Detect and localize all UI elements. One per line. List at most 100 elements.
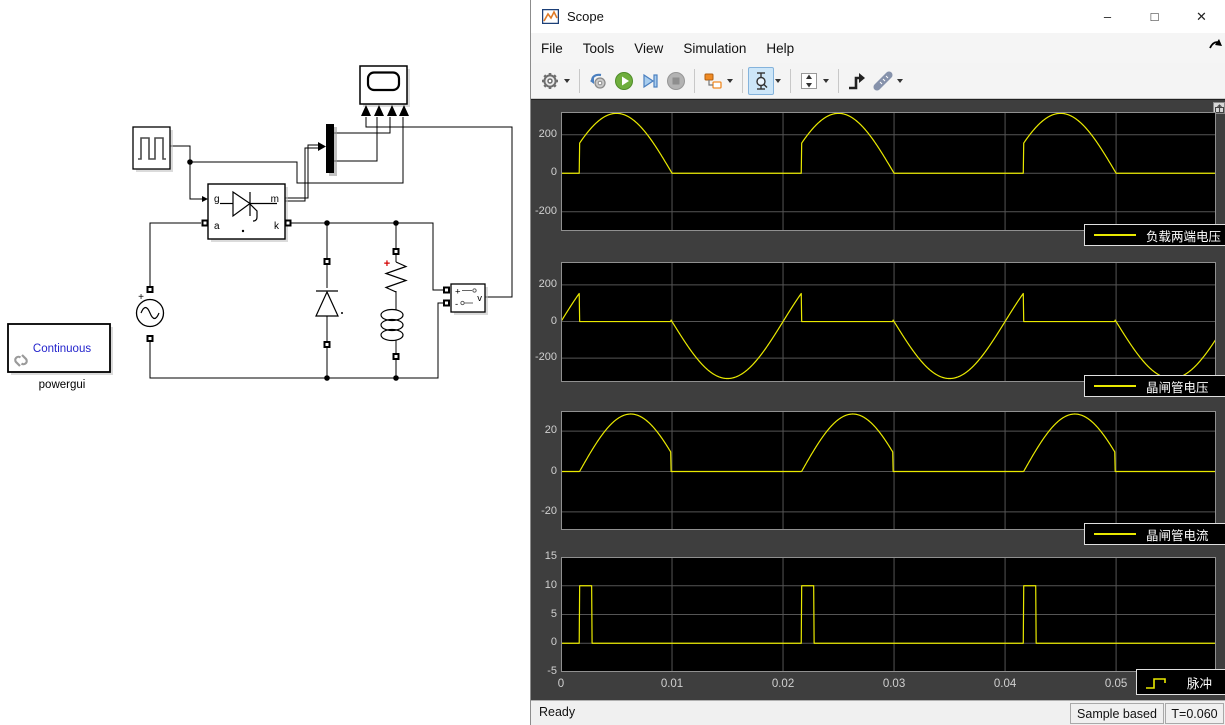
thyristor-dot [241, 229, 245, 233]
legend-line-sample [1094, 533, 1136, 535]
x-tick-label: 0.03 [882, 678, 906, 690]
window-title: Scope [567, 9, 604, 24]
close-button[interactable]: ✕ [1178, 0, 1225, 33]
legend-label: 晶闸管电压 [1146, 380, 1209, 395]
status-text: Ready [539, 705, 576, 719]
toolbar-separator [742, 68, 743, 93]
scope-plot-3 [561, 411, 1216, 530]
y-tick-label: 10 [544, 578, 557, 591]
legend-label: 脉冲 [1187, 676, 1213, 691]
settings-dropdown[interactable] [564, 78, 570, 83]
thyristor-block[interactable]: g m a k [207, 183, 288, 242]
powergui-mode-text: Continuous [33, 343, 91, 355]
diode-block[interactable] [315, 290, 343, 317]
scope-app-icon [542, 9, 559, 24]
voltage-measurement-block[interactable]: + - v [450, 283, 488, 315]
rl-plus-label: + [384, 258, 390, 270]
settings-button[interactable] [537, 67, 563, 95]
gate-arrowhead [202, 196, 208, 202]
menu-simulation[interactable]: Simulation [673, 33, 756, 63]
vm-plus-label: + [455, 287, 461, 298]
y-tick-label: 0 [550, 464, 557, 477]
y-tick-label: -20 [541, 504, 557, 517]
x-tick-label: 0.01 [660, 678, 684, 690]
y-tick-label: -200 [534, 204, 557, 217]
powergui-label: powergui [39, 379, 86, 391]
span-button[interactable] [796, 67, 822, 95]
port-label-g: g [214, 194, 220, 205]
scope-plot-2 [561, 262, 1216, 382]
x-tick-label: 0.04 [993, 678, 1017, 690]
y-tick-label: 15 [544, 550, 557, 562]
menu-file[interactable]: File [531, 33, 573, 63]
source-plus-label: + [138, 292, 144, 303]
scope-block[interactable] [359, 65, 410, 116]
menu-help[interactable]: Help [756, 33, 804, 63]
demux-input-arrowhead [318, 142, 326, 151]
signal-selector-dropdown[interactable] [727, 78, 733, 83]
measurements-ruler-button[interactable] [870, 67, 896, 95]
run-button[interactable] [611, 67, 637, 95]
cursor-measurements-dropdown[interactable] [775, 78, 781, 83]
stop-button[interactable] [663, 67, 689, 95]
legend-4: 脉冲 [1136, 669, 1225, 695]
x-tick-label: 0 [557, 678, 565, 690]
vm-output-label: v [477, 293, 482, 304]
menu-tools[interactable]: Tools [573, 33, 625, 63]
span-dropdown[interactable] [823, 78, 829, 83]
y-tick-label: 200 [538, 277, 557, 290]
y-tick-label: 0 [550, 314, 557, 327]
powergui-block[interactable]: Continuous powergui [7, 323, 113, 391]
x-tick-label: 0.05 [1104, 678, 1128, 690]
x-tick-label: 0.02 [771, 678, 795, 690]
y-tick-label: 200 [538, 127, 557, 140]
y-tick-label: 0 [550, 636, 557, 649]
toolbar-separator [579, 68, 580, 93]
toolbar-separator [838, 68, 839, 93]
status-bar: Ready Sample based T=0.060 [531, 700, 1225, 725]
port-label-m: m [271, 194, 279, 205]
signal-selector-button[interactable] [700, 67, 726, 95]
legend-line-sample [1094, 385, 1136, 387]
toolbar-separator [790, 68, 791, 93]
toolbar-separator [694, 68, 695, 93]
legend-label: 晶闸管电流 [1146, 528, 1209, 543]
scope-plot-4 [561, 557, 1216, 672]
legend-line-sample [1094, 234, 1136, 236]
legend-3: 晶闸管电流 [1084, 523, 1225, 545]
y-tick-label: -5 [547, 665, 557, 677]
step-forward-button[interactable] [637, 67, 663, 95]
highlight-simulink-block-button[interactable] [585, 67, 611, 95]
minimize-button[interactable]: – [1084, 0, 1131, 33]
menu-bar: File Tools View Simulation Help [531, 33, 1225, 64]
simulink-model-canvas[interactable]: g m a k + + + - v Continuous powergui [0, 0, 530, 725]
title-bar[interactable]: Scope – □ ✕ [531, 0, 1225, 33]
legend-step-sample [1146, 678, 1166, 689]
menu-view[interactable]: View [624, 33, 673, 63]
measurements-dropdown[interactable] [897, 78, 903, 83]
y-tick-label: 5 [550, 607, 557, 620]
trigger-button[interactable] [844, 67, 870, 95]
legend-label: 负载两端电压 [1146, 229, 1222, 244]
sim-time-indicator: T=0.060 [1165, 703, 1224, 724]
y-tick-label: 0 [550, 166, 557, 179]
scope-plot-1 [561, 112, 1216, 231]
y-tick-label: -200 [534, 351, 557, 364]
scope-window: Scope – □ ✕ File Tools View Simulation H… [530, 0, 1225, 725]
cursor-measurements-button[interactable] [748, 66, 774, 95]
sample-mode-indicator: Sample based [1070, 703, 1164, 724]
electrical-ports [146, 219, 450, 360]
desktop: g m a k + + + - v Continuous powergui Sc… [0, 0, 1225, 725]
demux-block[interactable] [326, 124, 337, 176]
pulse-generator-block[interactable] [132, 126, 173, 172]
inductor-icon [380, 308, 404, 342]
menu-overflow-icon[interactable] [1209, 38, 1223, 50]
legend-1: 负载两端电压 [1084, 224, 1225, 246]
y-tick-label: 20 [544, 424, 557, 437]
maximize-button[interactable]: □ [1131, 0, 1178, 33]
scope-canvas: 200 0 -200 负载两端电压 200 0 -200 晶闸管电压 20 0 -20 晶闸管电流 15… [531, 99, 1225, 700]
port-label-a: a [214, 221, 220, 232]
vm-minus-label: - [455, 299, 458, 310]
ac-voltage-source-block[interactable]: + [135, 292, 165, 328]
series-rl-branch-block[interactable]: + [380, 258, 408, 342]
